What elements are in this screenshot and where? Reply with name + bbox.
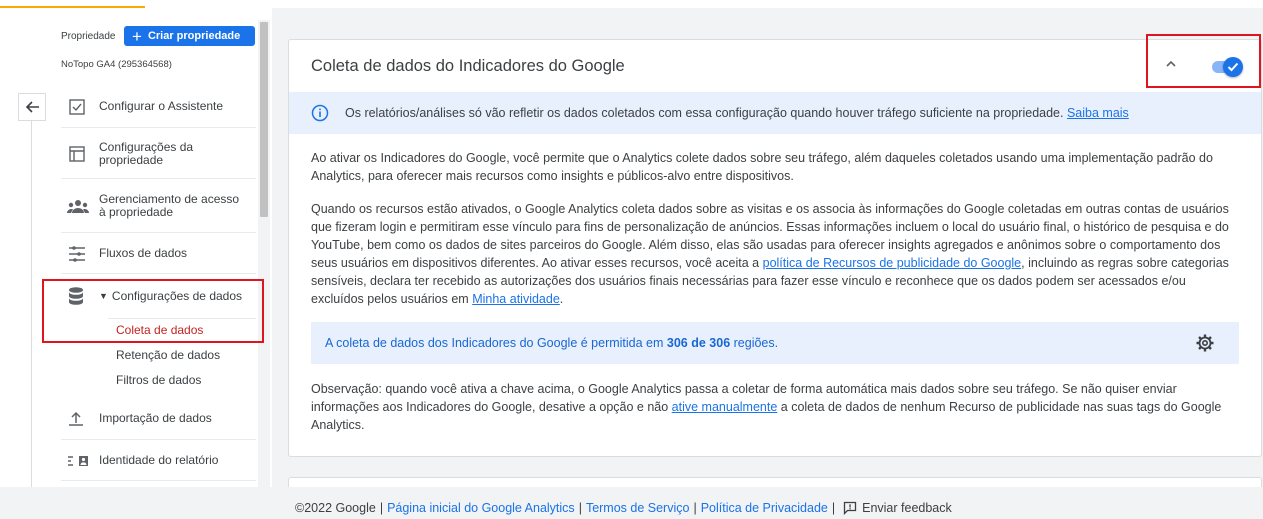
plus-icon: + bbox=[132, 26, 142, 46]
report-identity-icon bbox=[61, 454, 99, 468]
sidebar-item-access-management[interactable]: Gerenciamento de acesso à propriedade bbox=[61, 180, 256, 233]
info-banner: Os relatórios/análises só vão refletir o… bbox=[289, 92, 1261, 134]
footer-link-analytics-home[interactable]: Página inicial do Google Analytics bbox=[387, 501, 575, 515]
send-feedback-label: Enviar feedback bbox=[862, 501, 952, 515]
property-label: Propriedade bbox=[61, 31, 116, 42]
sidebar-divider bbox=[31, 121, 32, 487]
intro-paragraph: Ao ativar os Indicadores do Google, você… bbox=[311, 151, 1213, 183]
sidebar-item-property-settings[interactable]: Configurações da propriedade bbox=[61, 129, 256, 179]
gear-icon bbox=[1196, 334, 1214, 352]
activate-manually-link[interactable]: ative manualmente bbox=[672, 400, 778, 414]
sidebar-item-label: Importação de dados bbox=[99, 411, 212, 425]
footer: ©2022 Google | Página inicial do Google A… bbox=[295, 501, 952, 515]
sidebar-item-label: Configurar o Assistente bbox=[99, 99, 224, 113]
sidebar-item-reporting-identity[interactable]: Identidade do relatório bbox=[61, 441, 256, 481]
footer-link-terms[interactable]: Termos de Serviço bbox=[586, 501, 690, 515]
feedback-icon bbox=[843, 501, 857, 515]
arrow-back-icon bbox=[25, 101, 39, 113]
create-property-label: Criar propriedade bbox=[147, 30, 241, 42]
property-name[interactable]: NoTopo GA4 (295364568) bbox=[61, 59, 172, 70]
admin-sidebar: Propriedade + Criar propriedade NoTopo G… bbox=[0, 8, 272, 487]
learn-more-link[interactable]: Saiba mais bbox=[1067, 106, 1129, 120]
sidebar-item-label: Identidade do relatório bbox=[99, 453, 219, 467]
card-title: Coleta de dados do Indicadores do Google bbox=[311, 57, 625, 75]
sidebar-item-setup-assistant[interactable]: Configurar o Assistente bbox=[61, 86, 256, 128]
google-signals-card: Coleta de dados do Indicadores do Google… bbox=[288, 39, 1262, 457]
top-bar bbox=[0, 0, 1263, 8]
sidebar-item-data-import[interactable]: Importação de dados bbox=[61, 398, 256, 440]
regions-settings-button[interactable] bbox=[1195, 333, 1215, 356]
sidebar-item-label: Configurações da propriedade bbox=[99, 139, 194, 167]
sidebar-item-label: Gerenciamento de acesso à propriedade bbox=[99, 192, 240, 219]
people-icon bbox=[61, 198, 99, 214]
highlight-box-toggle bbox=[1146, 34, 1261, 88]
sidebar-item-label: Fluxos de dados bbox=[99, 246, 188, 260]
sidebar-subitem-data-filters[interactable]: Filtros de dados bbox=[116, 373, 201, 387]
regions-banner: A coleta de dados dos Indicadores do Goo… bbox=[311, 322, 1239, 364]
my-activity-link[interactable]: Minha atividade bbox=[472, 292, 560, 306]
info-banner-text: Os relatórios/análises só vão refletir o… bbox=[345, 106, 1129, 120]
footer-copyright: ©2022 Google bbox=[295, 501, 376, 515]
footer-link-privacy[interactable]: Política de Privacidade bbox=[701, 501, 828, 515]
upload-icon bbox=[61, 410, 99, 428]
sidebar-subitem-data-retention[interactable]: Retenção de dados bbox=[116, 348, 220, 362]
highlight-box-data-settings bbox=[42, 279, 264, 343]
next-card-edge bbox=[288, 477, 1262, 487]
property-layout-icon bbox=[61, 144, 99, 164]
details-paragraph: Quando os recursos estão ativados, o Goo… bbox=[311, 202, 1229, 306]
ad-features-policy-link[interactable]: política de Recursos de publicidade do G… bbox=[763, 256, 1022, 270]
note-paragraph: Observação: quando você ativa a chave ac… bbox=[311, 382, 1222, 432]
data-streams-icon bbox=[61, 245, 99, 263]
checklist-icon bbox=[61, 97, 99, 117]
sidebar-item-data-streams[interactable]: Fluxos de dados bbox=[61, 234, 256, 274]
send-feedback-button[interactable]: Enviar feedback bbox=[843, 501, 952, 515]
regions-text: A coleta de dados dos Indicadores do Goo… bbox=[325, 336, 779, 350]
info-icon bbox=[311, 104, 329, 122]
create-property-button[interactable]: + Criar propriedade bbox=[124, 26, 255, 46]
back-button[interactable] bbox=[18, 93, 46, 121]
sidebar-scrollbar-thumb[interactable] bbox=[260, 22, 268, 217]
